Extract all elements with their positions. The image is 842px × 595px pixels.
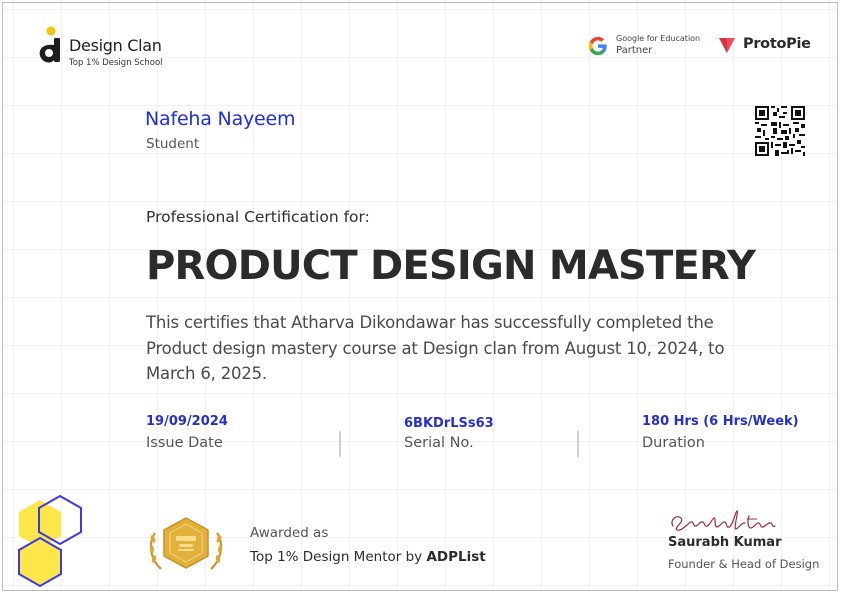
issue-date-value: 19/09/2024 (146, 414, 228, 429)
hexagon-decoration-icon (18, 494, 82, 588)
awarded-as-label: Awarded as (250, 525, 329, 541)
google-partner-line2: Partner (616, 45, 653, 56)
brand-name: Design Clan (69, 36, 162, 55)
certificate-description: This certifies that Atharva Dikondawar h… (146, 313, 725, 383)
certificate-frame: Design Clan Top 1% Design School Google … (2, 2, 838, 591)
issue-date-label: Issue Date (146, 435, 223, 451)
award-title: Top 1% Design Mentor by ADPList (250, 549, 486, 565)
duration-label: Duration (642, 435, 705, 451)
serial-number-label: Serial No. (404, 435, 474, 451)
column-divider (577, 431, 579, 457)
signature-image (671, 510, 776, 531)
award-text: Top 1% Design Mentor by (250, 549, 427, 565)
google-icon (588, 36, 607, 56)
duration-value: 180 Hrs (6 Hrs/Week) (642, 414, 799, 429)
adplist-award-badge-icon (149, 517, 223, 570)
award-org: ADPList (426, 549, 486, 565)
certification-heading: Professional Certification for: (146, 208, 370, 226)
signer-title: Founder & Head of Design (668, 557, 820, 571)
serial-number-value: 6BKDrLSs63 (404, 416, 494, 431)
protopie-logo-icon (719, 38, 735, 53)
course-title: PRODUCT DESIGN MASTERY (146, 243, 756, 289)
qr-code-icon[interactable] (755, 106, 805, 156)
recipient-name: Nafeha Nayeem (145, 108, 296, 130)
design-clan-logo-icon (39, 26, 60, 63)
recipient-role: Student (146, 136, 200, 152)
signer-name: Saurabh Kumar (668, 535, 782, 550)
google-partner-line1: Google for Education (616, 34, 701, 43)
brand-tagline: Top 1% Design School (69, 58, 163, 68)
column-divider (339, 431, 341, 457)
protopie-name: ProtoPie (743, 36, 811, 52)
